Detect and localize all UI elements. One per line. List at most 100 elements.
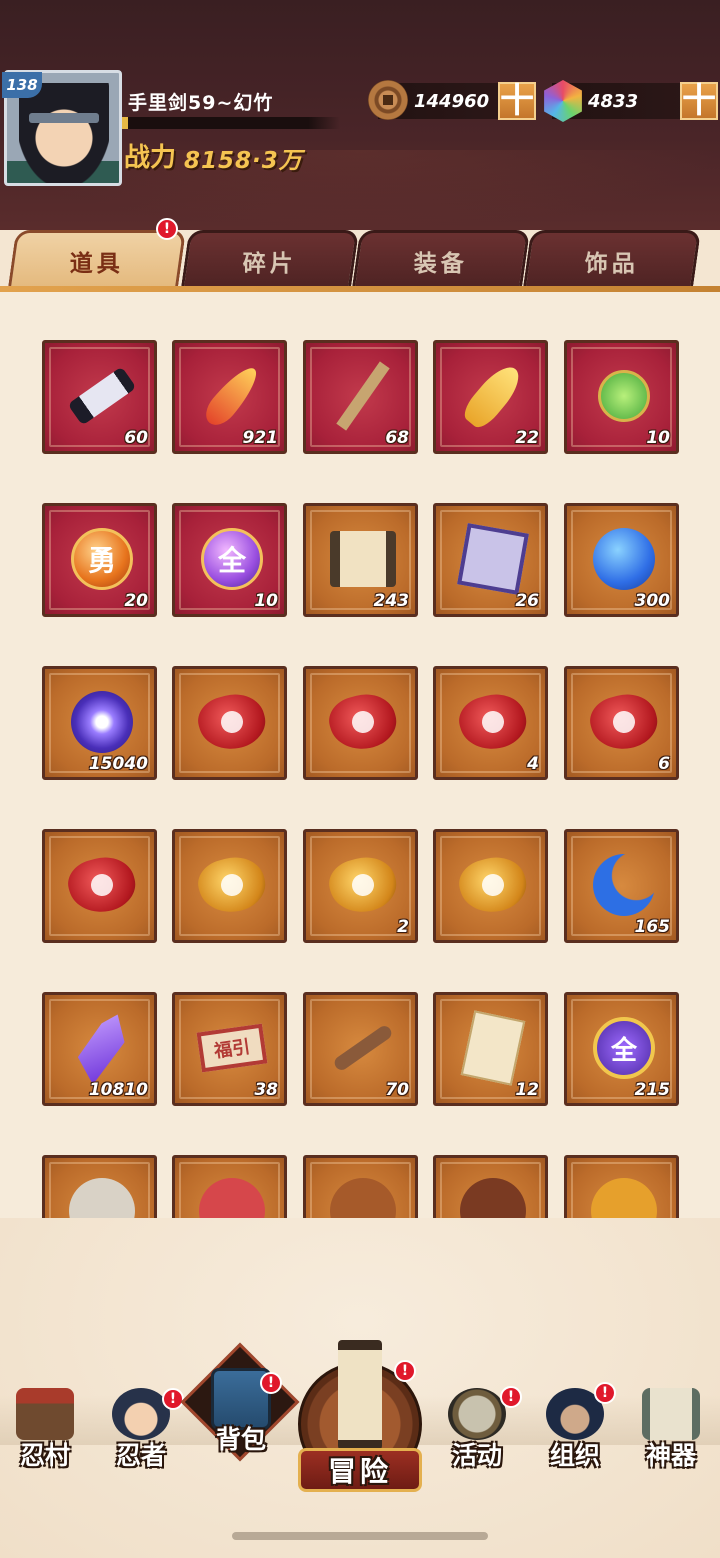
gold-stone-flame-icon bbox=[324, 850, 402, 920]
power-value: 8158·3万 bbox=[184, 148, 303, 174]
red-stone-target-icon bbox=[585, 687, 663, 757]
alert-badge: ! bbox=[260, 1372, 282, 1394]
wooden-stick-icon bbox=[330, 361, 396, 431]
home-indicator[interactable] bbox=[232, 1532, 488, 1540]
red-stone-target-icon-shape bbox=[585, 687, 663, 757]
gourd-icon-shape bbox=[460, 1178, 526, 1218]
inventory-item[interactable]: 165 bbox=[564, 829, 679, 943]
inventory-item[interactable]: 全 215 bbox=[564, 992, 679, 1106]
nav-event[interactable]: 活动 ! bbox=[432, 1386, 522, 1478]
tab-accessories[interactable]: 饰品 bbox=[522, 230, 702, 288]
inventory-item[interactable] bbox=[42, 829, 157, 943]
tab-items[interactable]: 道具 bbox=[7, 230, 187, 288]
inventory-item[interactable]: 2 bbox=[303, 829, 418, 943]
inventory-item[interactable]: 921 bbox=[172, 340, 287, 454]
map-scroll-icon-shape bbox=[330, 531, 396, 587]
inventory-item[interactable]: 10810 bbox=[42, 992, 157, 1106]
inventory-item[interactable]: 4 bbox=[433, 666, 548, 780]
item-count: 68 bbox=[385, 428, 409, 448]
inventory-item[interactable] bbox=[172, 1155, 287, 1218]
gold-stone-hand-icon-shape bbox=[193, 850, 271, 920]
nav-label: 忍村 bbox=[19, 1441, 70, 1470]
rope-icon-shape bbox=[330, 1178, 396, 1218]
inventory-item[interactable] bbox=[564, 1155, 679, 1218]
inventory-item[interactable] bbox=[172, 666, 287, 780]
tab-equipment[interactable]: 装备 bbox=[351, 230, 531, 288]
tab-label: 碎片 bbox=[242, 250, 297, 277]
scroll-icon bbox=[67, 361, 137, 431]
inventory-item[interactable]: 勇 20 bbox=[42, 503, 157, 617]
inventory-item[interactable]: 243 bbox=[303, 503, 418, 617]
item-count: 12 bbox=[515, 1080, 539, 1100]
alert-badge: ! bbox=[500, 1386, 522, 1408]
nav-organization[interactable]: 组织 ! bbox=[530, 1382, 620, 1478]
item-count: 10 bbox=[254, 591, 278, 611]
gourd-icon bbox=[460, 1176, 526, 1218]
all-badge-icon: 全 bbox=[591, 1013, 657, 1083]
inventory-item[interactable] bbox=[433, 829, 548, 943]
inventory-tabs: 道具 碎片 装备 饰品 bbox=[0, 226, 720, 292]
inventory-item[interactable]: 15040 bbox=[42, 666, 157, 780]
nav-adventure[interactable]: 冒险 ! bbox=[292, 1340, 428, 1492]
red-fan-icon-shape bbox=[199, 1178, 265, 1218]
jade-pendant-icon-shape bbox=[598, 370, 650, 422]
inventory-item[interactable]: 全 10 bbox=[172, 503, 287, 617]
copper-coin-icon bbox=[368, 80, 408, 120]
key-icon bbox=[330, 1013, 396, 1083]
purple-crystal-icon-shape bbox=[70, 1007, 134, 1089]
inventory-item[interactable]: 22 bbox=[433, 340, 548, 454]
add-gems-button[interactable]: 十 bbox=[680, 82, 718, 120]
power-label: 战力 bbox=[124, 143, 177, 173]
inventory-item[interactable]: 福引 38 bbox=[172, 992, 287, 1106]
item-count: 26 bbox=[515, 591, 539, 611]
inventory-item[interactable] bbox=[303, 1155, 418, 1218]
shuriken-icon-shape bbox=[69, 1178, 135, 1218]
jar-icon-shape bbox=[591, 1178, 657, 1218]
inventory-item[interactable]: 68 bbox=[303, 340, 418, 454]
nav-label: 神器 bbox=[645, 1441, 696, 1470]
inventory-item[interactable]: 26 bbox=[433, 503, 548, 617]
inventory-item[interactable] bbox=[42, 1155, 157, 1218]
village-gate-icon bbox=[16, 1388, 74, 1440]
avatar-face bbox=[19, 83, 109, 183]
tab-fragments[interactable]: 碎片 bbox=[180, 230, 360, 288]
item-count: 38 bbox=[254, 1080, 278, 1100]
inventory-item[interactable]: 12 bbox=[433, 992, 548, 1106]
nav-label: 活动 bbox=[451, 1441, 502, 1470]
key-icon-shape bbox=[331, 1023, 395, 1073]
red-stone-fist-icon bbox=[454, 687, 532, 757]
paper-talisman-icon-shape bbox=[460, 1010, 526, 1086]
nav-ninja[interactable]: 忍者 ! bbox=[96, 1388, 186, 1478]
chakra-orb-icon-shape bbox=[71, 691, 133, 753]
tab-label: 道具 bbox=[69, 250, 124, 277]
nav-village[interactable]: 忍村 bbox=[0, 1388, 90, 1478]
inventory-item[interactable] bbox=[433, 1155, 548, 1218]
golden-fan-icon bbox=[459, 359, 527, 433]
blue-orb-icon bbox=[591, 524, 657, 594]
blue-moon-icon-shape bbox=[593, 854, 655, 916]
coin-balance: 144960 bbox=[368, 80, 506, 120]
inventory-item[interactable]: 60 bbox=[42, 340, 157, 454]
add-coins-button[interactable]: 十 bbox=[498, 82, 536, 120]
chakra-orb-icon bbox=[69, 687, 135, 757]
inventory-item[interactable]: 300 bbox=[564, 503, 679, 617]
cloth-seal-icon bbox=[457, 523, 529, 595]
cloth-seal-icon-shape bbox=[457, 523, 529, 595]
name-underline bbox=[122, 117, 340, 129]
inventory-item[interactable]: 70 bbox=[303, 992, 418, 1106]
red-stone-figure-icon-shape bbox=[324, 687, 402, 757]
nav-bag[interactable]: 背包 ! bbox=[180, 1342, 300, 1462]
item-count: 4 bbox=[527, 754, 539, 774]
alert-badge: ! bbox=[394, 1360, 416, 1382]
inventory-item[interactable]: 10 bbox=[564, 340, 679, 454]
gold-stone-flame-icon-shape bbox=[324, 850, 402, 920]
inventory-item[interactable] bbox=[303, 666, 418, 780]
inventory-item[interactable]: 6 bbox=[564, 666, 679, 780]
tab-alert-badge: ! bbox=[156, 218, 178, 240]
item-count: 921 bbox=[242, 428, 279, 448]
inventory-item[interactable] bbox=[172, 829, 287, 943]
nav-artifact[interactable]: 神器 bbox=[626, 1388, 716, 1478]
gold-stone-wind-icon bbox=[454, 850, 532, 920]
adventure-scroll-icon bbox=[338, 1340, 382, 1450]
item-grid[interactable]: 60 921 68 22 10 勇 20 全 10 243 26 300 15040 4 6 2 165 1081… bbox=[0, 292, 720, 1218]
